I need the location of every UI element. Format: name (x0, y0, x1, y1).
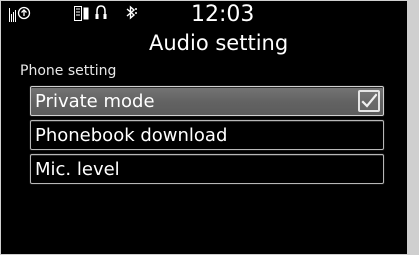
bluetooth-icon (124, 5, 138, 24)
section-label: Phone setting (20, 63, 117, 79)
signal-icon (9, 7, 17, 26)
headset-icon (94, 5, 108, 24)
mic-level-option[interactable]: Mic. level (30, 154, 384, 184)
phonebook-download-option[interactable]: Phonebook download (30, 120, 384, 150)
clock-time: 12:03 (191, 2, 255, 27)
private-mode-checkbox[interactable] (358, 90, 380, 112)
menu-item-label: Mic. level (35, 159, 120, 180)
checkmark-icon (361, 93, 377, 108)
audio-setting-screen: 12:03 Audio setting Phone setting Privat… (1, 1, 407, 254)
page-title: Audio setting (149, 31, 289, 55)
phone-icon (17, 5, 31, 24)
phonebook-icon (74, 6, 90, 25)
menu-item-label: Phonebook download (35, 125, 228, 146)
private-mode-option[interactable]: Private mode (30, 86, 384, 116)
status-bar: 12:03 (1, 1, 407, 29)
menu-item-label: Private mode (35, 91, 155, 112)
